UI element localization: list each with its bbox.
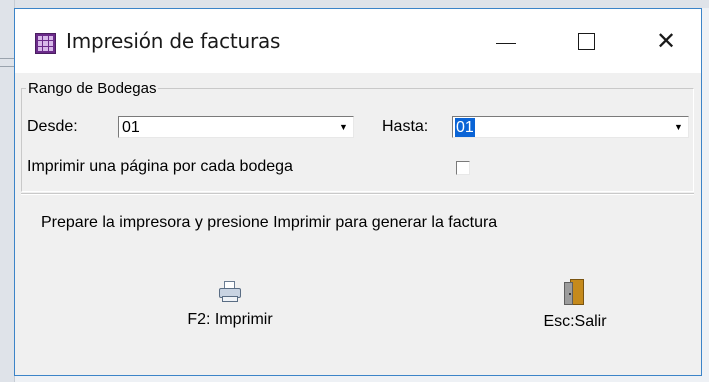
printer-icon: [218, 281, 242, 303]
desde-label: Desde:: [27, 118, 78, 135]
exit-button[interactable]: Esc:Salir: [515, 279, 635, 331]
minimize-icon: [496, 42, 516, 44]
background-strip-top: [0, 0, 709, 8]
instruction-text: Prepare la impresora y presione Imprimir…: [41, 214, 498, 231]
minimize-button[interactable]: [483, 21, 529, 61]
print-button-label: F2: Imprimir: [187, 311, 273, 328]
hasta-value: 01: [455, 118, 475, 137]
group-legend: Rango de Bodegas: [28, 80, 157, 97]
close-button[interactable]: ✕: [643, 21, 689, 61]
desde-select[interactable]: 01 ▼: [118, 116, 354, 138]
app-grid-icon: [35, 33, 56, 54]
door-icon: [564, 279, 586, 305]
desde-value: 01: [122, 119, 140, 136]
hasta-select[interactable]: 01 ▼: [452, 116, 689, 138]
divider-highlight: [21, 194, 694, 195]
close-icon: ✕: [655, 27, 677, 55]
chevron-down-icon[interactable]: ▼: [670, 118, 687, 136]
hasta-label: Hasta:: [382, 118, 429, 135]
maximize-button[interactable]: [563, 21, 609, 61]
dialog-window: Impresión de facturas ✕ Rango de Bodegas…: [14, 8, 702, 376]
background-window-edge: [0, 0, 15, 382]
chevron-down-icon[interactable]: ▼: [335, 118, 352, 136]
maximize-icon: [577, 32, 595, 50]
exit-button-label: Esc:Salir: [543, 313, 607, 330]
window-title: Impresión de facturas: [66, 29, 281, 53]
print-button[interactable]: F2: Imprimir: [165, 281, 295, 329]
pagina-por-bodega-checkbox[interactable]: [456, 161, 470, 175]
title-bar[interactable]: Impresión de facturas ✕: [15, 9, 701, 73]
checkbox-label: Imprimir una página por cada bodega: [27, 158, 293, 175]
